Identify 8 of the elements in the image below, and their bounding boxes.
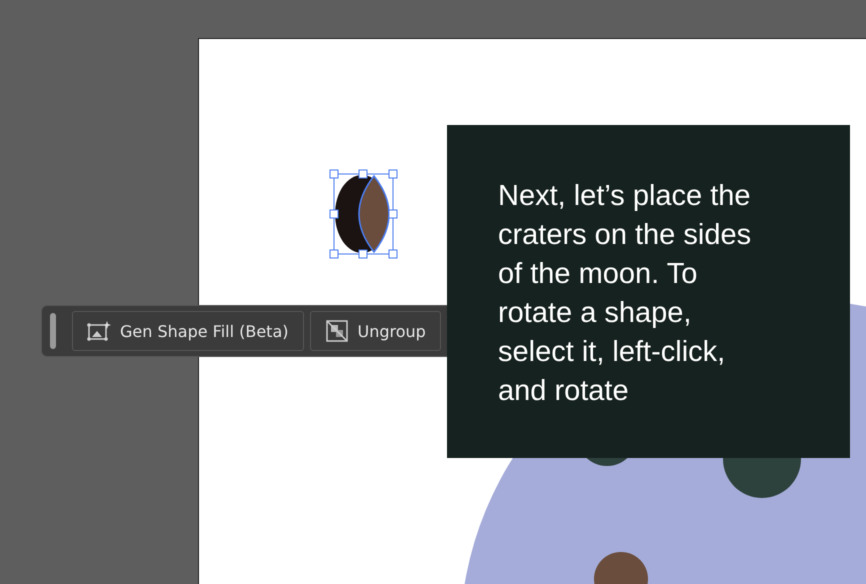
ungroup-button[interactable]: Ungroup: [310, 311, 441, 351]
tooltip-text: Next, let’s place the craters on the sides of the moon. To rotate a shape, select it, left-click, and rotate: [498, 179, 752, 409]
ungroup-icon: [324, 320, 348, 342]
gen-shape-fill-button[interactable]: Gen Shape Fill (Beta): [72, 311, 304, 351]
sparkle-image-icon: [87, 320, 111, 342]
selected-crescent-shape[interactable]: [330, 170, 398, 258]
drag-handle[interactable]: [50, 313, 56, 349]
crater-shape: [594, 552, 648, 584]
